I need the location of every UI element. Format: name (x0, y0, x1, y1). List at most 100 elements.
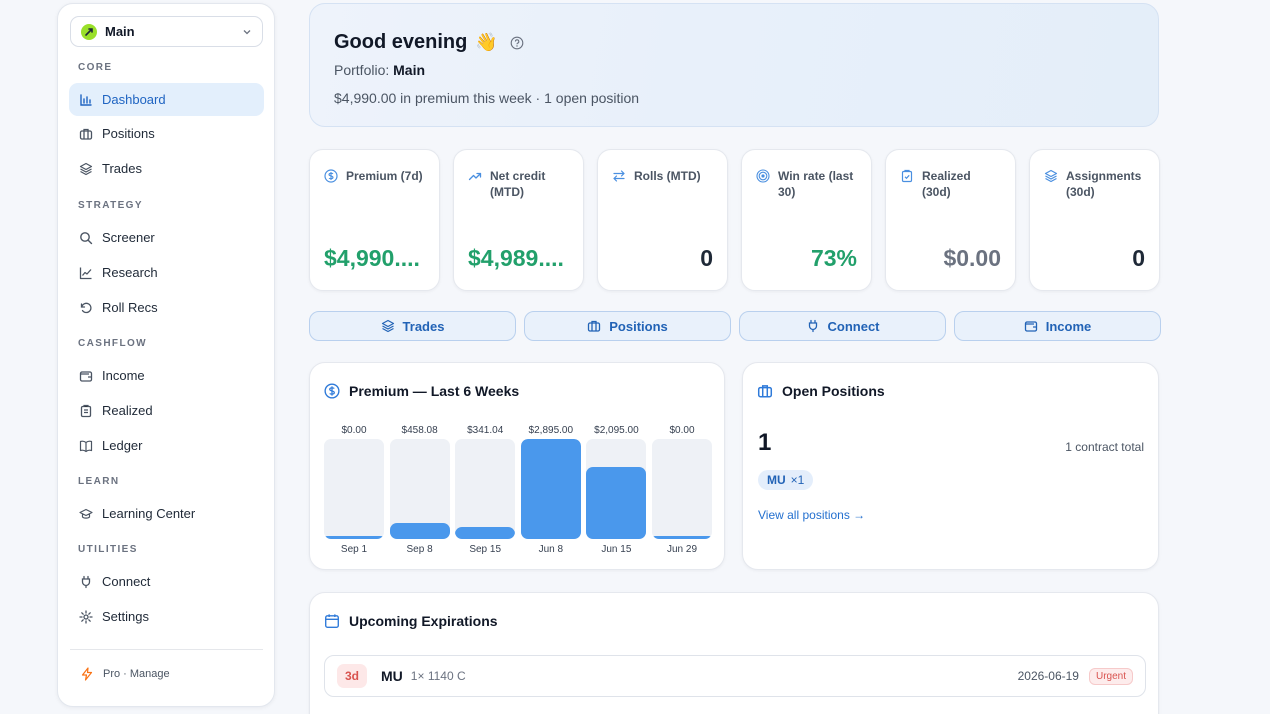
bar-value-label: $2,095.00 (594, 425, 639, 436)
trend-up-icon (468, 172, 482, 181)
expiration-date: 2026-06-19 (1017, 669, 1079, 683)
stat-card-assignments: Assignments (30d) 0 (1029, 149, 1160, 291)
open-positions-title: Open Positions (782, 383, 885, 399)
view-all-positions-link[interactable]: View all positions → (758, 508, 865, 522)
quick-positions-button[interactable]: Positions (524, 311, 731, 341)
bar-value-label: $341.04 (467, 425, 504, 436)
sidebar-item-positions[interactable]: Positions (69, 117, 264, 150)
sidebar-item-label: Realized (102, 403, 153, 418)
bar-value-label: $458.08 (401, 425, 438, 436)
sidebar-item-dashboard[interactable]: Dashboard (69, 83, 264, 116)
position-chip[interactable]: MU ×1 (758, 470, 814, 490)
bar-track (520, 439, 581, 539)
sidebar-item-label: Roll Recs (102, 300, 158, 315)
bar[interactable] (586, 467, 647, 539)
dollar-circle-icon (324, 383, 340, 399)
portfolio-name: Main (105, 24, 135, 39)
expirations-title: Upcoming Expirations (349, 613, 498, 629)
stat-value: $4,989.... (468, 245, 564, 271)
bar[interactable] (520, 439, 581, 539)
bar[interactable] (324, 536, 384, 539)
section-label-learn: LEARN (78, 476, 120, 487)
expiration-contract: 1× 1140 C (410, 669, 466, 683)
quick-trades-button[interactable]: Trades (309, 311, 516, 341)
sidebar-item-label: Learning Center (102, 506, 196, 521)
bar-category-label: Jun 29 (666, 544, 698, 555)
days-to-expiry-badge: 3d (337, 664, 368, 688)
sidebar-item-screener[interactable]: Screener (69, 221, 264, 254)
graduation-cap-icon (79, 508, 93, 519)
section-label-strategy: STRATEGY (78, 200, 143, 211)
bar-value-label: $0.00 (341, 425, 367, 436)
sidebar-item-roll-recs[interactable]: Roll Recs (69, 291, 264, 324)
clipboard-check-icon (901, 169, 913, 183)
greeting-banner: Good evening 👋 Portfolio: Main $4,990.00… (309, 3, 1159, 127)
pro-manage-label: Pro · Manage (103, 668, 170, 680)
briefcase-icon (588, 320, 601, 332)
bar-category-label: Sep 15 (469, 544, 502, 555)
open-positions-count: 1 (758, 429, 772, 456)
stat-value: 0 (1132, 245, 1145, 271)
sidebar-item-ledger[interactable]: Ledger (69, 429, 264, 462)
section-label-utilities: UTILITIES (78, 544, 138, 555)
quick-trades-label: Trades (402, 318, 445, 334)
sidebar-item-research[interactable]: Research (69, 256, 264, 289)
stat-label: Assignments (30d) (1066, 169, 1142, 199)
portfolio-logo-icon (81, 23, 97, 40)
quick-positions-label: Positions (609, 318, 668, 334)
open-positions-panel: Open Positions 1 1 contract total MU ×1 … (742, 362, 1159, 570)
section-label-cashflow: CASHFLOW (78, 338, 147, 349)
position-chip-symbol: MU (767, 473, 786, 487)
stat-value: 73% (810, 245, 857, 271)
quick-connect-button[interactable]: Connect (739, 311, 946, 341)
portfolio-selector[interactable]: Main (70, 16, 263, 47)
bar-category-label: Jun 15 (601, 544, 632, 555)
sidebar-item-label: Research (102, 265, 158, 280)
sidebar-item-income[interactable]: Income (69, 359, 264, 392)
section-label-core: CORE (78, 62, 113, 73)
bar[interactable] (652, 536, 712, 539)
layers-icon (79, 162, 93, 175)
wave-emoji: 👋 (475, 32, 498, 52)
layers-icon (1044, 169, 1058, 183)
sidebar: Main CORE Dashboard Positions Trades STR… (57, 3, 275, 707)
help-circle-icon[interactable] (510, 36, 524, 50)
line-chart-icon (79, 267, 92, 279)
layers-icon (381, 319, 394, 333)
premium-chart-panel: Premium — Last 6 Weeks $0.00 Sep 1 $458.08… (309, 362, 725, 570)
bar-value-label: $2,895.00 (528, 425, 574, 436)
sidebar-item-realized[interactable]: Realized (69, 394, 264, 427)
bar-category-label: Sep 1 (340, 544, 368, 555)
sidebar-item-settings[interactable]: Settings (69, 600, 264, 633)
dollar-circle-icon (324, 169, 338, 183)
book-open-icon (79, 440, 93, 452)
expiration-symbol: MU (381, 668, 403, 684)
sidebar-item-label: Settings (102, 609, 149, 624)
greeting-heading: Good evening 👋 (334, 31, 1134, 54)
wallet-icon (79, 370, 93, 382)
briefcase-icon (79, 128, 93, 140)
stat-label: Realized (30d) (922, 169, 971, 199)
quick-income-button[interactable]: Income (954, 311, 1161, 341)
sidebar-item-learning-center[interactable]: Learning Center (69, 497, 264, 530)
rotate-ccw-icon (80, 302, 92, 313)
stat-card-win-rate: Win rate (last 30) 73% (741, 149, 872, 291)
position-chip-qty: ×1 (790, 473, 805, 487)
sidebar-item-label: Dashboard (102, 92, 166, 107)
pro-manage-link[interactable]: Pro · Manage (80, 667, 170, 681)
sidebar-item-label: Positions (102, 126, 155, 141)
expiration-row[interactable]: 3d MU 1× 1140 C 2026-06-19 Urgent (324, 655, 1146, 697)
stat-card-realized-30d: Realized (30d) $0.00 (885, 149, 1016, 291)
stat-value: $0.00 (943, 245, 1001, 271)
bar-track (652, 439, 712, 539)
quick-connect-label: Connect (827, 318, 880, 334)
sidebar-item-trades[interactable]: Trades (69, 152, 264, 185)
sidebar-item-label: Trades (102, 161, 142, 176)
sidebar-item-connect[interactable]: Connect (69, 565, 264, 598)
bar-track (455, 439, 516, 539)
quick-income-label: Income (1045, 318, 1092, 334)
bar-category-label: Sep 8 (406, 544, 433, 555)
stat-value: $4,990.... (324, 245, 420, 271)
bar[interactable] (455, 527, 516, 539)
bar[interactable] (389, 523, 450, 539)
